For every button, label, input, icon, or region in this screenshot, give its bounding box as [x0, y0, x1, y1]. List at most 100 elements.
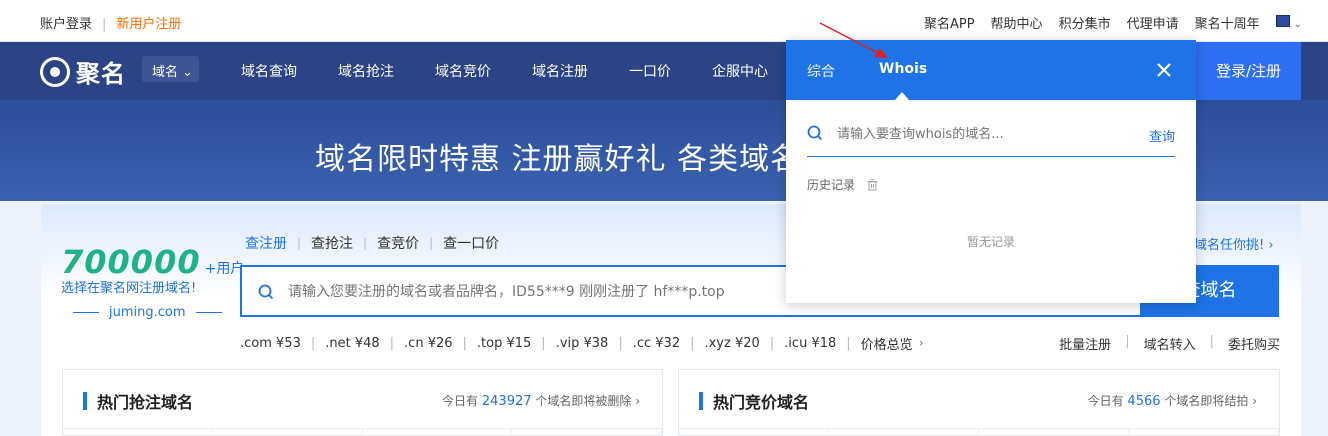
nav-item-domain-register[interactable]: 域名注册 — [532, 61, 588, 81]
tab-fixed-price[interactable]: 查一口价 — [443, 233, 499, 253]
divider — [73, 312, 99, 313]
separator: | — [102, 17, 107, 32]
chevron-right-icon: › — [635, 394, 640, 408]
logo-text: 聚名 — [76, 60, 126, 88]
nav-item-domain-auction[interactable]: 域名竞价 — [435, 61, 491, 81]
popup-tab-general[interactable]: 综合 — [807, 61, 835, 81]
top-bar-left: 账户登录 | 新用户注册 — [40, 13, 181, 32]
user-promo: 700000 +用户 选择在聚名网注册域名! juming.com — [61, 243, 245, 320]
history-section: 历史记录 — [807, 176, 878, 193]
top-bar-links: 聚名APP 帮助中心 积分集市 代理申请 聚名十周年 ⌄ — [924, 13, 1302, 32]
agent-apply-link[interactable]: 代理申请 — [1127, 13, 1179, 32]
history-label: 历史记录 — [807, 178, 856, 192]
separator: | — [310, 336, 316, 351]
separator: | — [618, 336, 623, 351]
tab-auction[interactable]: 查竞价 — [377, 233, 419, 253]
tab-snatch[interactable]: 查抢注 — [311, 233, 353, 253]
points-market-link[interactable]: 积分集市 — [1059, 13, 1111, 32]
user-count: 700000 — [61, 243, 201, 281]
chevron-down-icon: ⌄ — [178, 65, 194, 80]
separator: | — [690, 336, 695, 351]
panel-header: 热门抢注域名 — [83, 389, 193, 413]
domain-category-select[interactable]: 域名 ⌄ — [142, 56, 199, 82]
separator: | — [363, 236, 368, 250]
separator: | — [1209, 334, 1214, 349]
top-bar: 账户登录 | 新用户注册 聚名APP 帮助中心 积分集市 代理申请 聚名十周年 ⌄ — [0, 0, 1328, 42]
flag-icon — [1275, 14, 1290, 27]
quick-links: 批量注册 | 域名转入 | 委托购买 — [1059, 334, 1280, 353]
price-com[interactable]: .com ¥53 — [240, 336, 301, 351]
register-link[interactable]: 新用户注册 — [116, 17, 181, 32]
domain-transfer-link[interactable]: 域名转入 — [1144, 334, 1196, 353]
close-icon[interactable] — [1154, 60, 1174, 80]
separator: | — [389, 336, 395, 351]
price-top[interactable]: .top ¥15 — [477, 336, 531, 351]
hot-auction-panel: 热门竞价域名 今日有 4566 个域名即将结拍 › — [678, 369, 1280, 436]
login-register-button[interactable]: 登录/注册 — [1196, 42, 1301, 100]
separator: | — [297, 236, 302, 250]
site-name: juming.com — [109, 305, 186, 320]
stat-suffix: 个域名即将被删除 — [535, 394, 632, 408]
panel-title: 热门竞价域名 — [713, 393, 810, 412]
promo-right-link[interactable]: 域名任你挑! › — [1194, 234, 1274, 253]
hot-snatch-panel: 热门抢注域名 今日有 243927 个域名即将被删除 › — [62, 369, 663, 436]
whois-search-input[interactable] — [837, 124, 1127, 144]
login-link[interactable]: 账户登录 — [40, 17, 92, 32]
whois-query-button[interactable]: 查询 — [1149, 126, 1175, 145]
bulk-register-link[interactable]: 批量注册 — [1059, 334, 1111, 353]
help-center-link[interactable]: 帮助中心 — [991, 13, 1043, 32]
anniversary-link[interactable]: 聚名十周年 — [1195, 13, 1260, 32]
nav-items: 域名查询 域名抢注 域名竞价 域名注册 一口价 企服中心 — [241, 61, 768, 81]
promo-site: juming.com — [63, 305, 232, 320]
stat-suffix: 个域名即将结拍 — [1164, 394, 1249, 408]
entrust-purchase-link[interactable]: 委托购买 — [1228, 334, 1280, 353]
promo-subtitle: 选择在聚名网注册域名! — [61, 281, 197, 296]
price-vip[interactable]: .vip ¥38 — [556, 336, 609, 351]
price-list: .com ¥53 | .net ¥48 | .cn ¥26 | .top ¥15 | .… — [240, 334, 924, 353]
chevron-right-icon: › — [1252, 394, 1257, 408]
search-icon — [258, 284, 274, 300]
stat-count: 243927 — [481, 394, 532, 409]
chevron-right-icon: › — [918, 336, 924, 351]
logo-icon — [40, 56, 70, 87]
panel-stat[interactable]: 今日有 243927 个域名即将被删除 › — [442, 392, 640, 409]
language-selector[interactable]: ⌄ — [1275, 14, 1302, 31]
hero-title: 域名限时特惠 注册赢好礼 各类域名层 — [315, 142, 833, 177]
popup-tab-whois[interactable]: Whois — [879, 61, 927, 77]
nav-item-domain-query[interactable]: 域名查询 — [241, 61, 297, 81]
separator: | — [769, 336, 775, 351]
whois-popup: 综合 Whois 查询 历史记录 暂无记录 — [786, 40, 1196, 303]
logo[interactable]: 聚名 — [40, 54, 126, 89]
tab-register[interactable]: 查注册 — [245, 233, 287, 253]
trash-icon[interactable] — [867, 178, 878, 191]
panel-header: 热门竞价域名 — [699, 389, 809, 413]
user-count-suffix: +用户 — [204, 261, 245, 277]
price-cc[interactable]: .cc ¥32 — [633, 336, 680, 351]
chevron-down-icon: ⌄ — [1293, 18, 1302, 30]
nav-item-enterprise[interactable]: 企服中心 — [712, 61, 768, 81]
separator: | — [429, 236, 434, 250]
search-icon — [807, 125, 823, 141]
search-tabs: 查注册 | 查抢注 | 查竞价 | 查一口价 — [245, 233, 499, 253]
stat-prefix: 今日有 — [442, 394, 479, 408]
accent-bar — [83, 392, 87, 410]
separator: | — [541, 336, 546, 351]
panel-title: 热门抢注域名 — [97, 393, 194, 412]
price-cn[interactable]: .cn ¥26 — [404, 336, 452, 351]
nav-item-domain-snatch[interactable]: 域名抢注 — [338, 61, 394, 81]
annotation-arrow-icon — [819, 22, 888, 58]
panel-stat[interactable]: 今日有 4566 个域名即将结拍 › — [1088, 392, 1257, 409]
price-icu[interactable]: .icu ¥18 — [784, 336, 836, 351]
nav-item-fixed-price[interactable]: 一口价 — [629, 61, 671, 81]
active-tab-pointer — [895, 92, 909, 100]
whois-search-box: 查询 — [807, 120, 1175, 157]
domain-select-label: 域名 — [152, 65, 179, 80]
app-link[interactable]: 聚名APP — [924, 13, 975, 32]
price-xyz[interactable]: .xyz ¥20 — [704, 336, 759, 351]
panel-table-header — [63, 428, 662, 436]
price-overview-link[interactable]: 价格总览 — [861, 334, 913, 353]
history-empty-text: 暂无记录 — [966, 235, 1015, 249]
panel-table-header — [679, 428, 1279, 436]
divider — [195, 312, 222, 313]
price-net[interactable]: .net ¥48 — [325, 336, 379, 351]
